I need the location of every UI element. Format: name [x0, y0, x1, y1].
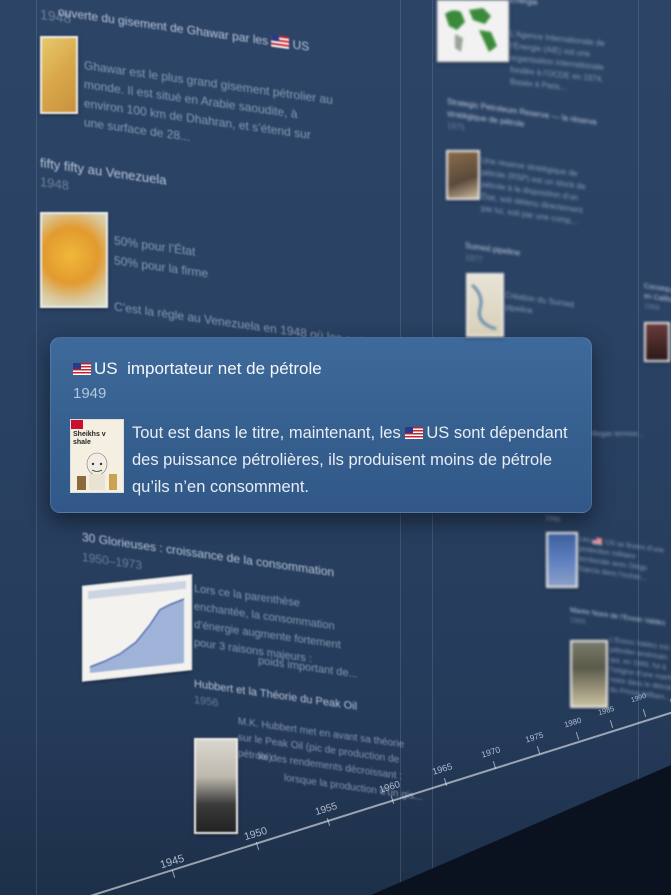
- axis-tick-label: 1955: [313, 800, 339, 819]
- economist-cover-thumbnail[interactable]: Sheikhs v shale: [70, 419, 124, 493]
- axis-tick-mark: [609, 720, 614, 728]
- column-divider: [638, 0, 639, 895]
- us-flag-icon: [592, 536, 603, 545]
- event-ghawar[interactable]: 1948 ouverte du gisement de Ghawar par l…: [40, 0, 333, 145]
- exxon-photo-thumbnail[interactable]: [570, 640, 608, 708]
- event-card-title: US importateur net de pétrole: [73, 359, 322, 379]
- event-text: Les US se lèvent d’une protection milita…: [579, 535, 665, 587]
- column-divider: [36, 0, 37, 895]
- event-hubbert[interactable]: Hubbert et la Théorie du Peak Oil 1956 M…: [194, 678, 434, 803]
- event-text: Regan termine...: [592, 431, 644, 438]
- event-card-us-net-importer[interactable]: US importateur net de pétrole 1949 Sheik…: [50, 337, 592, 513]
- us-flag-icon: [73, 363, 91, 375]
- sheikh-illustration-icon: [77, 452, 117, 490]
- consumption-chart-thumbnail[interactable]: [82, 574, 192, 682]
- background-shadow: [371, 765, 671, 895]
- pipeline-route-icon: [471, 283, 497, 331]
- event-text: Ghawar est le plus grand gisement pétrol…: [84, 58, 333, 145]
- us-flag-icon: [271, 34, 290, 50]
- event-mid-right[interactable]: Regan termine...: [592, 430, 652, 440]
- axis-tick-mark: [575, 732, 580, 740]
- event-card-year: 1949: [73, 385, 107, 402]
- magazine-logo-icon: [71, 420, 83, 429]
- event-title: ouverte du gisement de Ghawar par les US: [58, 5, 309, 54]
- timeline-scene: 1948 ouverte du gisement de Ghawar par l…: [0, 0, 671, 895]
- world-map-icon: [445, 8, 497, 52]
- spr-photo-thumbnail[interactable]: [446, 150, 480, 200]
- event-text-part: se lèvent d’une protection militaire ter…: [579, 541, 665, 583]
- axis-tick-label: 1970: [479, 744, 502, 760]
- us-flag-icon: [405, 427, 424, 439]
- axis-tick-mark: [642, 709, 647, 717]
- event-title: Énergie: [510, 0, 538, 8]
- event-card-text-part: Tout est dans le titre, maintenant, les: [132, 424, 406, 442]
- event-text-flag-label: US: [605, 539, 615, 548]
- hubbert-portrait-thumbnail[interactable]: [194, 738, 238, 834]
- event-card-description: Tout est dans le titre, maintenant, les …: [132, 420, 572, 501]
- event-card-text-flag-label: US: [426, 424, 450, 442]
- venezuela-map-thumbnail[interactable]: [40, 212, 108, 308]
- event-card-title-text: importateur net de pétrole: [127, 359, 322, 378]
- sumed-map-thumbnail[interactable]: [466, 273, 504, 337]
- ghawar-map-thumbnail[interactable]: [40, 36, 78, 114]
- chart-line-icon: [88, 580, 186, 673]
- event-text: Une réserve stratégique de pétrole (RSP)…: [481, 155, 586, 227]
- indian-ocean-map-thumbnail[interactable]: [546, 532, 578, 588]
- event-card-title-flag-label: US: [94, 359, 118, 378]
- event-text: Création du Sumed pipeline: [505, 290, 574, 316]
- california-photo-thumbnail[interactable]: [644, 322, 670, 362]
- event-text: L’Agence Internationale de l’Énergie (AI…: [510, 29, 605, 93]
- event-title-flag-label: US: [292, 37, 310, 54]
- event-iea[interactable]: Énergie L’Agence Internationale de l’Éne…: [510, 0, 620, 100]
- axis-tick-label: 1975: [523, 729, 545, 745]
- world-map-thumbnail[interactable]: [437, 0, 509, 62]
- axis-tick-label: 1980: [563, 715, 583, 730]
- event-title-text: ouverte du gisement de Ghawar par les: [58, 4, 269, 49]
- axis-tick-mark: [171, 870, 176, 878]
- thumb-headline: Sheikhs v shale: [73, 431, 106, 446]
- event-california[interactable]: Conséquences en Californie 1989: [644, 282, 671, 318]
- event-text-part: Les: [579, 535, 591, 545]
